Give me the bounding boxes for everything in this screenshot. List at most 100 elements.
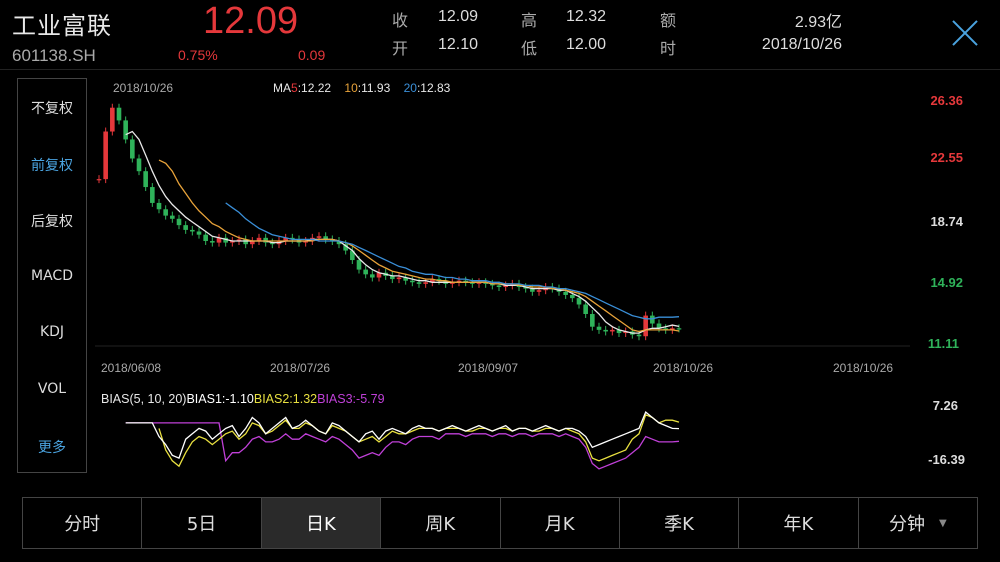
candle — [650, 311, 655, 328]
candle — [450, 278, 455, 288]
candle-body — [563, 291, 568, 295]
bias-lines — [125, 411, 680, 470]
ma-legend: MA5:12.22 10:11.93 20:12.83 — [273, 81, 451, 95]
candle-body — [96, 179, 102, 181]
candle — [363, 265, 368, 279]
menu-kdj[interactable]: KDJ — [18, 324, 86, 340]
candle-body — [143, 171, 148, 188]
menu-vol[interactable]: VOL — [18, 381, 86, 397]
candle-body — [410, 280, 415, 283]
candle — [603, 325, 608, 336]
menu-backward-adjust[interactable]: 后复权 — [18, 211, 86, 231]
candle — [596, 322, 602, 334]
candle-body — [603, 329, 608, 332]
candle — [216, 233, 222, 247]
y-tick-2: 22.55 — [930, 150, 963, 165]
close-label: 收 — [392, 11, 409, 30]
y-tick-3: 18.74 — [930, 214, 963, 229]
tab-yearly-k[interactable]: 年K — [739, 498, 859, 548]
x-tick-1: 2018/07/26 — [270, 361, 330, 375]
change-percent: 0.75% — [178, 47, 218, 63]
ma10-key: 10 — [344, 81, 358, 95]
chart-date: 2018/10/26 — [113, 81, 173, 95]
candle — [190, 225, 195, 236]
bias1-value: BIAS1:-1.10 — [186, 392, 253, 406]
amount-label: 额 — [660, 11, 677, 30]
bias2-line — [158, 413, 680, 468]
candle — [230, 237, 235, 247]
candle — [96, 175, 102, 184]
candle — [116, 103, 122, 125]
menu-more[interactable]: 更多 — [18, 437, 86, 457]
candle-body — [576, 298, 582, 305]
time-value: 2018/10/26 — [761, 36, 842, 53]
candle-body — [136, 158, 142, 172]
candle — [136, 154, 142, 176]
candle — [243, 235, 248, 249]
candle — [590, 310, 595, 331]
kline-chart[interactable]: 2018/10/26 MA5:12.22 10:11.93 20:12.83 2… — [95, 78, 975, 478]
candle — [430, 275, 435, 287]
candle-body — [150, 187, 155, 203]
tab-quarterly-k[interactable]: 季K — [620, 498, 740, 548]
candle-body — [590, 314, 595, 327]
x-tick-4: 2018/10/26 — [833, 361, 893, 375]
bias2-value: BIAS2:1.32 — [254, 392, 317, 406]
tab-weekly-k[interactable]: 周K — [381, 498, 501, 548]
y-tick-4: 14.92 — [930, 275, 963, 290]
candle — [643, 311, 648, 341]
candle-body — [156, 202, 162, 210]
candle — [390, 271, 395, 284]
candle-body — [103, 131, 108, 180]
tab-intraday[interactable]: 分时 — [23, 498, 143, 548]
ma20-value: :12.83 — [417, 81, 451, 95]
tab-monthly-k[interactable]: 月K — [501, 498, 620, 548]
high-value: 12.32 — [566, 8, 607, 25]
tab-5day[interactable]: 5日 — [142, 498, 262, 548]
candle-body — [363, 269, 368, 275]
candle-body — [676, 328, 682, 330]
ma20-line — [225, 202, 680, 320]
tab-minute[interactable]: 分钟 ▼ — [859, 498, 977, 548]
period-tabs: 分时 5日 日K 周K 月K 季K 年K 分钟 ▼ — [22, 497, 978, 549]
candle — [463, 276, 468, 287]
ma5-value: :12.22 — [298, 81, 332, 95]
candle — [143, 167, 148, 192]
candle — [283, 233, 288, 245]
tab-minute-label: 分钟 — [888, 514, 925, 535]
candle-body — [316, 236, 322, 238]
tab-daily-k[interactable]: 日K — [261, 498, 382, 548]
menu-forward-adjust[interactable]: 前复权 — [18, 155, 86, 175]
candle — [210, 237, 215, 247]
candle — [476, 278, 482, 288]
ma-lines — [125, 130, 680, 334]
y-tick-max: 26.36 — [930, 93, 963, 108]
open-label: 开 — [392, 39, 409, 58]
ma10-value: :11.93 — [358, 81, 391, 95]
bias-tick-max: 7.26 — [932, 398, 958, 413]
candle-body — [496, 285, 502, 288]
candle-body — [416, 282, 422, 284]
header-divider — [0, 69, 1000, 70]
low-value: 12.00 — [566, 36, 607, 53]
menu-no-adjust[interactable]: 不复权 — [18, 98, 86, 118]
candle-body — [356, 260, 362, 270]
amount-value: 2.93亿 — [794, 14, 842, 31]
bias-tick-min: -16.39 — [928, 452, 965, 467]
candle-body — [570, 294, 575, 299]
candle — [176, 214, 182, 230]
candle-body — [110, 107, 115, 132]
candle — [376, 268, 382, 282]
candle-body — [170, 215, 175, 219]
bias1-line — [125, 411, 680, 459]
ma10-line — [158, 159, 680, 333]
candle-body — [396, 277, 402, 280]
time-label: 时 — [660, 39, 677, 58]
candle-body — [423, 282, 428, 284]
candle-body — [610, 329, 615, 332]
candle — [303, 237, 308, 247]
close-icon[interactable] — [950, 18, 980, 48]
candle — [250, 237, 255, 249]
candle-body — [116, 107, 122, 121]
menu-macd[interactable]: MACD — [18, 268, 86, 284]
